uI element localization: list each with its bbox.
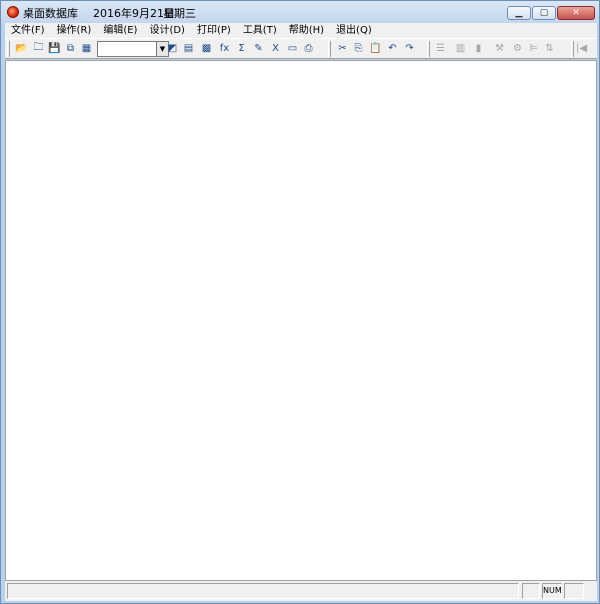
menu-item[interactable]: 文件(F)	[5, 23, 51, 38]
menu-item[interactable]: 编辑(E)	[97, 23, 143, 38]
menu-item[interactable]: 帮助(H)	[283, 23, 330, 38]
main-window: 桌面数据库 2016年9月21日 星期三 ▁ ▢ ✕ 文件(F) 操作(R) 编辑(…	[0, 0, 600, 604]
close-button[interactable]: ✕	[557, 6, 595, 20]
menu-item[interactable]: 工具(T)	[237, 23, 283, 38]
new-folder-icon[interactable]: 🗀	[31, 41, 46, 56]
toolbar-grip[interactable]	[328, 41, 331, 57]
toolbar: ▼ 📂 🗀 💾 ⧉ ▦ ◩ ▤ ▩ fx Σ ✎ X ▭ ⎙ ✂ ⎘ 📋 ↶ ↷ ☰ ▥ ▮ ⚒ ⚙ ⊫ ⇅ |◀	[5, 38, 597, 59]
table-select-combo[interactable]: ▼	[97, 41, 169, 57]
sort-icon: ⇅	[545, 43, 554, 54]
edit-note-icon[interactable]: ✎	[251, 41, 266, 56]
copy-icon[interactable]: ⎘	[351, 41, 366, 56]
maximize-button[interactable]: ▢	[532, 6, 556, 20]
document-icon: ▮	[475, 43, 482, 54]
table-icon[interactable]: ▦	[79, 41, 94, 56]
status-indicator	[564, 583, 584, 599]
status-message	[7, 583, 519, 599]
cut-icon[interactable]: ✂	[335, 41, 350, 56]
list-indent-icon: ☰	[436, 43, 445, 54]
workspace-area[interactable]	[5, 60, 597, 581]
sum-icon[interactable]: Σ	[234, 41, 249, 56]
menu-item[interactable]: 设计(D)	[143, 23, 191, 38]
first-record-icon: |◀	[575, 43, 588, 54]
menu-bar: 文件(F) 操作(R) 编辑(E) 设计(D) 打印(P) 工具(T) 帮助(H) 退出(Q)	[5, 23, 597, 38]
redo-icon[interactable]: ↷	[402, 41, 417, 56]
function-icon[interactable]: fx	[217, 41, 232, 56]
settings-icon: ⚙	[513, 43, 522, 54]
menu-item[interactable]: 打印(P)	[191, 23, 237, 38]
toolbar-grip[interactable]	[427, 41, 430, 57]
app-title: 桌面数据库	[23, 7, 78, 20]
align-left-icon: ⊫	[529, 43, 538, 54]
eraser-icon[interactable]: ◩	[165, 41, 180, 56]
paste-icon[interactable]: 📋	[368, 41, 383, 56]
excel-icon[interactable]: X	[268, 41, 283, 56]
tools-icon: ⚒	[495, 43, 504, 54]
open-folder-icon[interactable]: 📂	[14, 41, 29, 56]
title-weekday: 星期三	[163, 7, 196, 20]
undo-icon[interactable]: ↶	[385, 41, 400, 56]
app-logo-icon[interactable]	[7, 6, 19, 18]
toolbar-grip[interactable]	[7, 41, 10, 57]
save-as-icon[interactable]: ⧉	[63, 41, 78, 56]
num-lock-indicator: NUM	[542, 583, 562, 599]
menu-item[interactable]: 操作(R)	[51, 23, 98, 38]
insert-row-icon: ▥	[455, 43, 466, 54]
title-bar[interactable]: 桌面数据库 2016年9月21日 星期三 ▁ ▢ ✕	[1, 1, 599, 23]
form-icon[interactable]: ▭	[285, 41, 300, 56]
status-indicator	[522, 583, 540, 599]
minimize-button[interactable]: ▁	[507, 6, 531, 20]
menu-item[interactable]: 退出(Q)	[330, 23, 378, 38]
grid-icon[interactable]: ▩	[199, 41, 214, 56]
save-icon[interactable]: 💾	[47, 41, 62, 56]
status-bar: NUM	[5, 581, 597, 601]
books-icon[interactable]: ▤	[181, 41, 196, 56]
window-controls: ▁ ▢ ✕	[507, 6, 595, 20]
print-icon[interactable]: ⎙	[301, 41, 316, 56]
